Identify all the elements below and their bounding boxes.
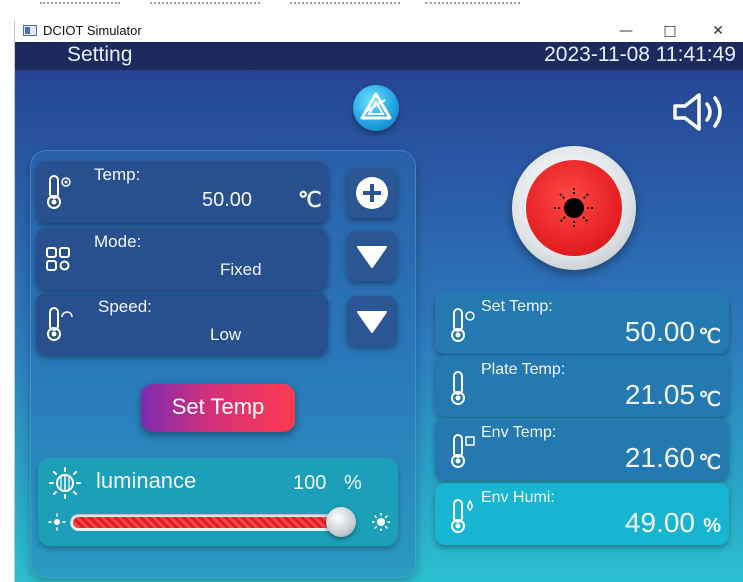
simulator-screen: Setting 2023-11-08 11:41:49 Temp: 50.00 … <box>15 42 743 582</box>
reading-value: 21.05 <box>624 379 695 410</box>
luminance-slider-thumb[interactable] <box>326 507 356 537</box>
mode-grid-icon <box>44 240 78 278</box>
app-icon <box>23 25 37 36</box>
background-decoration <box>290 2 400 8</box>
speed-value: Low <box>210 325 242 344</box>
thermometer-humidity-icon <box>449 497 481 535</box>
luminance-value: 100 <box>293 472 327 494</box>
thermometer-icon <box>449 369 481 407</box>
reading-label: Plate Temp: <box>481 361 566 378</box>
temp-unit: ℃ <box>298 189 322 212</box>
reading-label: Set Temp: <box>481 298 553 315</box>
reading-label: Env Temp: <box>481 424 557 441</box>
luminance-unit: % <box>344 472 362 494</box>
set-temp-button[interactable]: Set Temp <box>141 384 295 432</box>
thermometer-speed-icon <box>44 305 78 343</box>
close-button[interactable]: ✕ <box>703 21 733 41</box>
triangle-down-icon <box>357 246 387 268</box>
alarm-light-lens <box>526 160 622 256</box>
luminance-label: luminance <box>96 468 197 493</box>
thermometer-gear-icon <box>449 306 481 344</box>
reading-plate-temp: Plate Temp: 21.05 ℃ <box>435 355 729 417</box>
reading-unit: ℃ <box>698 389 721 411</box>
brightness-icon <box>47 467 83 499</box>
luminance-slider-fill <box>73 517 353 528</box>
reading-label: Env Humi: <box>481 489 555 506</box>
page-title: Setting <box>67 43 133 66</box>
reading-unit: ℃ <box>698 452 721 474</box>
alarm-light-icon <box>512 146 636 270</box>
increase-temp-button[interactable] <box>347 168 397 218</box>
background-strip <box>0 0 743 20</box>
reading-env-humi: Env Humi: 49.00 % <box>435 483 729 545</box>
minimize-button[interactable]: — <box>611 21 641 41</box>
reading-unit: % <box>703 515 721 537</box>
temp-row: Temp: 50.00 ℃ <box>36 161 328 223</box>
mode-label: Mode: <box>94 232 142 251</box>
background-decoration <box>425 2 520 8</box>
speed-dropdown-button[interactable] <box>347 296 397 346</box>
reading-env-temp: Env Temp: 21.60 ℃ <box>435 418 729 480</box>
mode-row: Mode: Fixed <box>36 228 328 290</box>
datetime-display: 2023-11-08 11:41:49 <box>544 43 736 66</box>
plus-icon <box>356 177 388 209</box>
app-window: DCIOT Simulator — □ ✕ Setting 2023-11-08… <box>14 20 743 582</box>
sun-burst-icon <box>554 188 594 228</box>
background-decoration <box>40 2 120 8</box>
background-decoration <box>150 2 260 8</box>
thermometer-env-icon <box>449 432 481 470</box>
reading-set-temp: Set Temp: 50.00 ℃ <box>435 292 729 354</box>
header-bar: Setting 2023-11-08 11:41:49 <box>15 42 743 70</box>
reading-value: 50.00 <box>624 316 695 347</box>
temp-label: Temp: <box>94 165 141 184</box>
triangle-down-icon <box>357 311 387 333</box>
sun-small-icon <box>48 513 66 531</box>
reading-value: 49.00 <box>624 507 695 538</box>
window-title: DCIOT Simulator <box>43 23 142 38</box>
speed-label: Speed: <box>98 297 152 316</box>
luminance-panel: luminance 100 % <box>38 458 398 546</box>
title-bar[interactable]: DCIOT Simulator — □ ✕ <box>15 20 743 42</box>
speaker-icon[interactable] <box>671 90 735 134</box>
thermometer-gear-icon <box>44 173 78 211</box>
speed-row: Speed: Low <box>36 293 328 355</box>
mode-dropdown-button[interactable] <box>347 231 397 281</box>
logo-icon[interactable] <box>353 85 399 131</box>
mode-value: Fixed <box>220 260 262 279</box>
maximize-button[interactable]: □ <box>655 21 685 41</box>
sun-large-icon <box>371 512 391 532</box>
reading-value: 21.60 <box>624 442 695 473</box>
luminance-slider[interactable] <box>70 514 356 531</box>
reading-unit: ℃ <box>698 326 721 348</box>
temp-value: 50.00 <box>202 189 253 211</box>
